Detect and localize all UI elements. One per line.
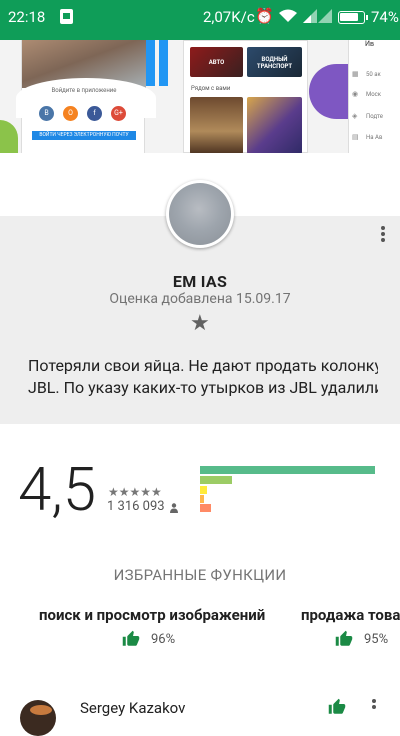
rating-stars: ★★★★★ [108,485,162,499]
thumbs-up-icon [122,630,140,646]
screenshot-nearby: Рядом с вами [191,85,231,92]
screenshot-photo-fabric [247,97,302,153]
google-icon: G+ [111,106,126,121]
document-icon: ▤ [352,133,359,141]
thumbs-up-icon [335,630,353,646]
screenshot-tile-auto: АВТО [190,47,243,77]
review-date: Оценка добавлена 15.09.17 [109,291,291,307]
rating-bar-2 [200,495,204,503]
location-icon: ◉ [352,90,359,98]
wifi-icon [279,9,297,22]
rating-bar-5 [200,466,375,474]
alarm-icon: ⏰ [255,7,274,25]
screenshot-email-button: ВОЙТИ ЧЕРЕЗ ЭЛЕКТРОННУЮ ПОЧТУ [32,131,136,140]
screenshot-row: 50 ак [366,71,381,78]
review-text: Потеряли свои яйца. Не дают продать коло… [28,355,378,399]
rating-count: 1 316 093 [107,499,165,514]
thumbs-up-icon[interactable] [328,698,346,716]
status-time: 22:18 [8,8,46,26]
screenshot-details[interactable]: Ив 50 ак Моск Подте На Ав ▦ ◉ ◈ ▤ [348,40,400,153]
screenshot-login-prompt: Войдите в приложение [51,87,117,94]
network-speed: 2,07K/c [203,8,255,26]
battery-icon [338,11,368,24]
decorative-shape [0,120,18,153]
rating-bar-1 [200,504,211,512]
feature-percent: 96% [151,632,176,647]
screenshot-row: Подте [366,113,383,120]
vk-icon: В [39,106,54,121]
screenshot-categories[interactable]: АВТО ВОДНЫЙ ТРАНСПОРТ Рядом с вами [183,40,308,153]
rating-bar-3 [200,486,207,494]
screenshot-side-title: Ив [365,40,374,48]
featured-heading: ИЗБРАННЫЕ ФУНКЦИИ [113,566,287,584]
screenshot-gallery[interactable]: Войдите в приложение В О f G+ ВОЙТИ ЧЕРЕ… [0,40,400,153]
review-text-line: JBL. По указу каких-то утырков из JBL уд… [28,378,378,397]
calendar-icon: ▦ [352,70,359,78]
reviewer-avatar[interactable] [166,180,234,248]
decorative-shape [309,64,349,119]
screenshot-curve [16,78,156,118]
screenshot-row: Моск [366,91,382,98]
more-options-icon[interactable] [381,226,387,242]
decorative-shape [146,40,178,86]
signal-icon [303,9,317,23]
reviewer-name: Sergey Kazakov [80,699,186,717]
signal-icon-2 [318,9,332,23]
review-text-line: Потеряли свои яйца. Не дают продать коло… [28,356,378,375]
reviewer-avatar[interactable] [20,700,56,736]
facebook-icon: f [87,106,102,121]
person-icon [170,503,178,513]
more-options-icon[interactable] [372,699,376,711]
notification-icon [60,9,73,24]
screenshot-login[interactable]: Войдите в приложение В О f G+ ВОЙТИ ЧЕРЕ… [16,40,156,153]
status-bar: 22:18 2,07K/c ⏰ 74% [0,0,400,40]
rating-histogram [200,466,380,514]
feature-percent: 95% [364,632,389,647]
feature-label: поиск и просмотр изображений [39,606,266,624]
screenshot-row: На Ав [366,134,383,141]
feature-label: продажа товар [301,606,400,624]
battery-percent: 74% [371,8,399,26]
rating-bar-4 [200,476,232,484]
reviewer-name: EM IAS [172,272,228,291]
screenshot-tile-water: ВОДНЫЙ ТРАНСПОРТ [247,47,302,77]
average-rating: 4,5 [18,454,97,525]
shield-icon: ◈ [352,112,358,120]
screenshot-photo-room [190,97,243,153]
star-icon: ★ [190,311,210,336]
ok-icon: О [63,106,78,121]
